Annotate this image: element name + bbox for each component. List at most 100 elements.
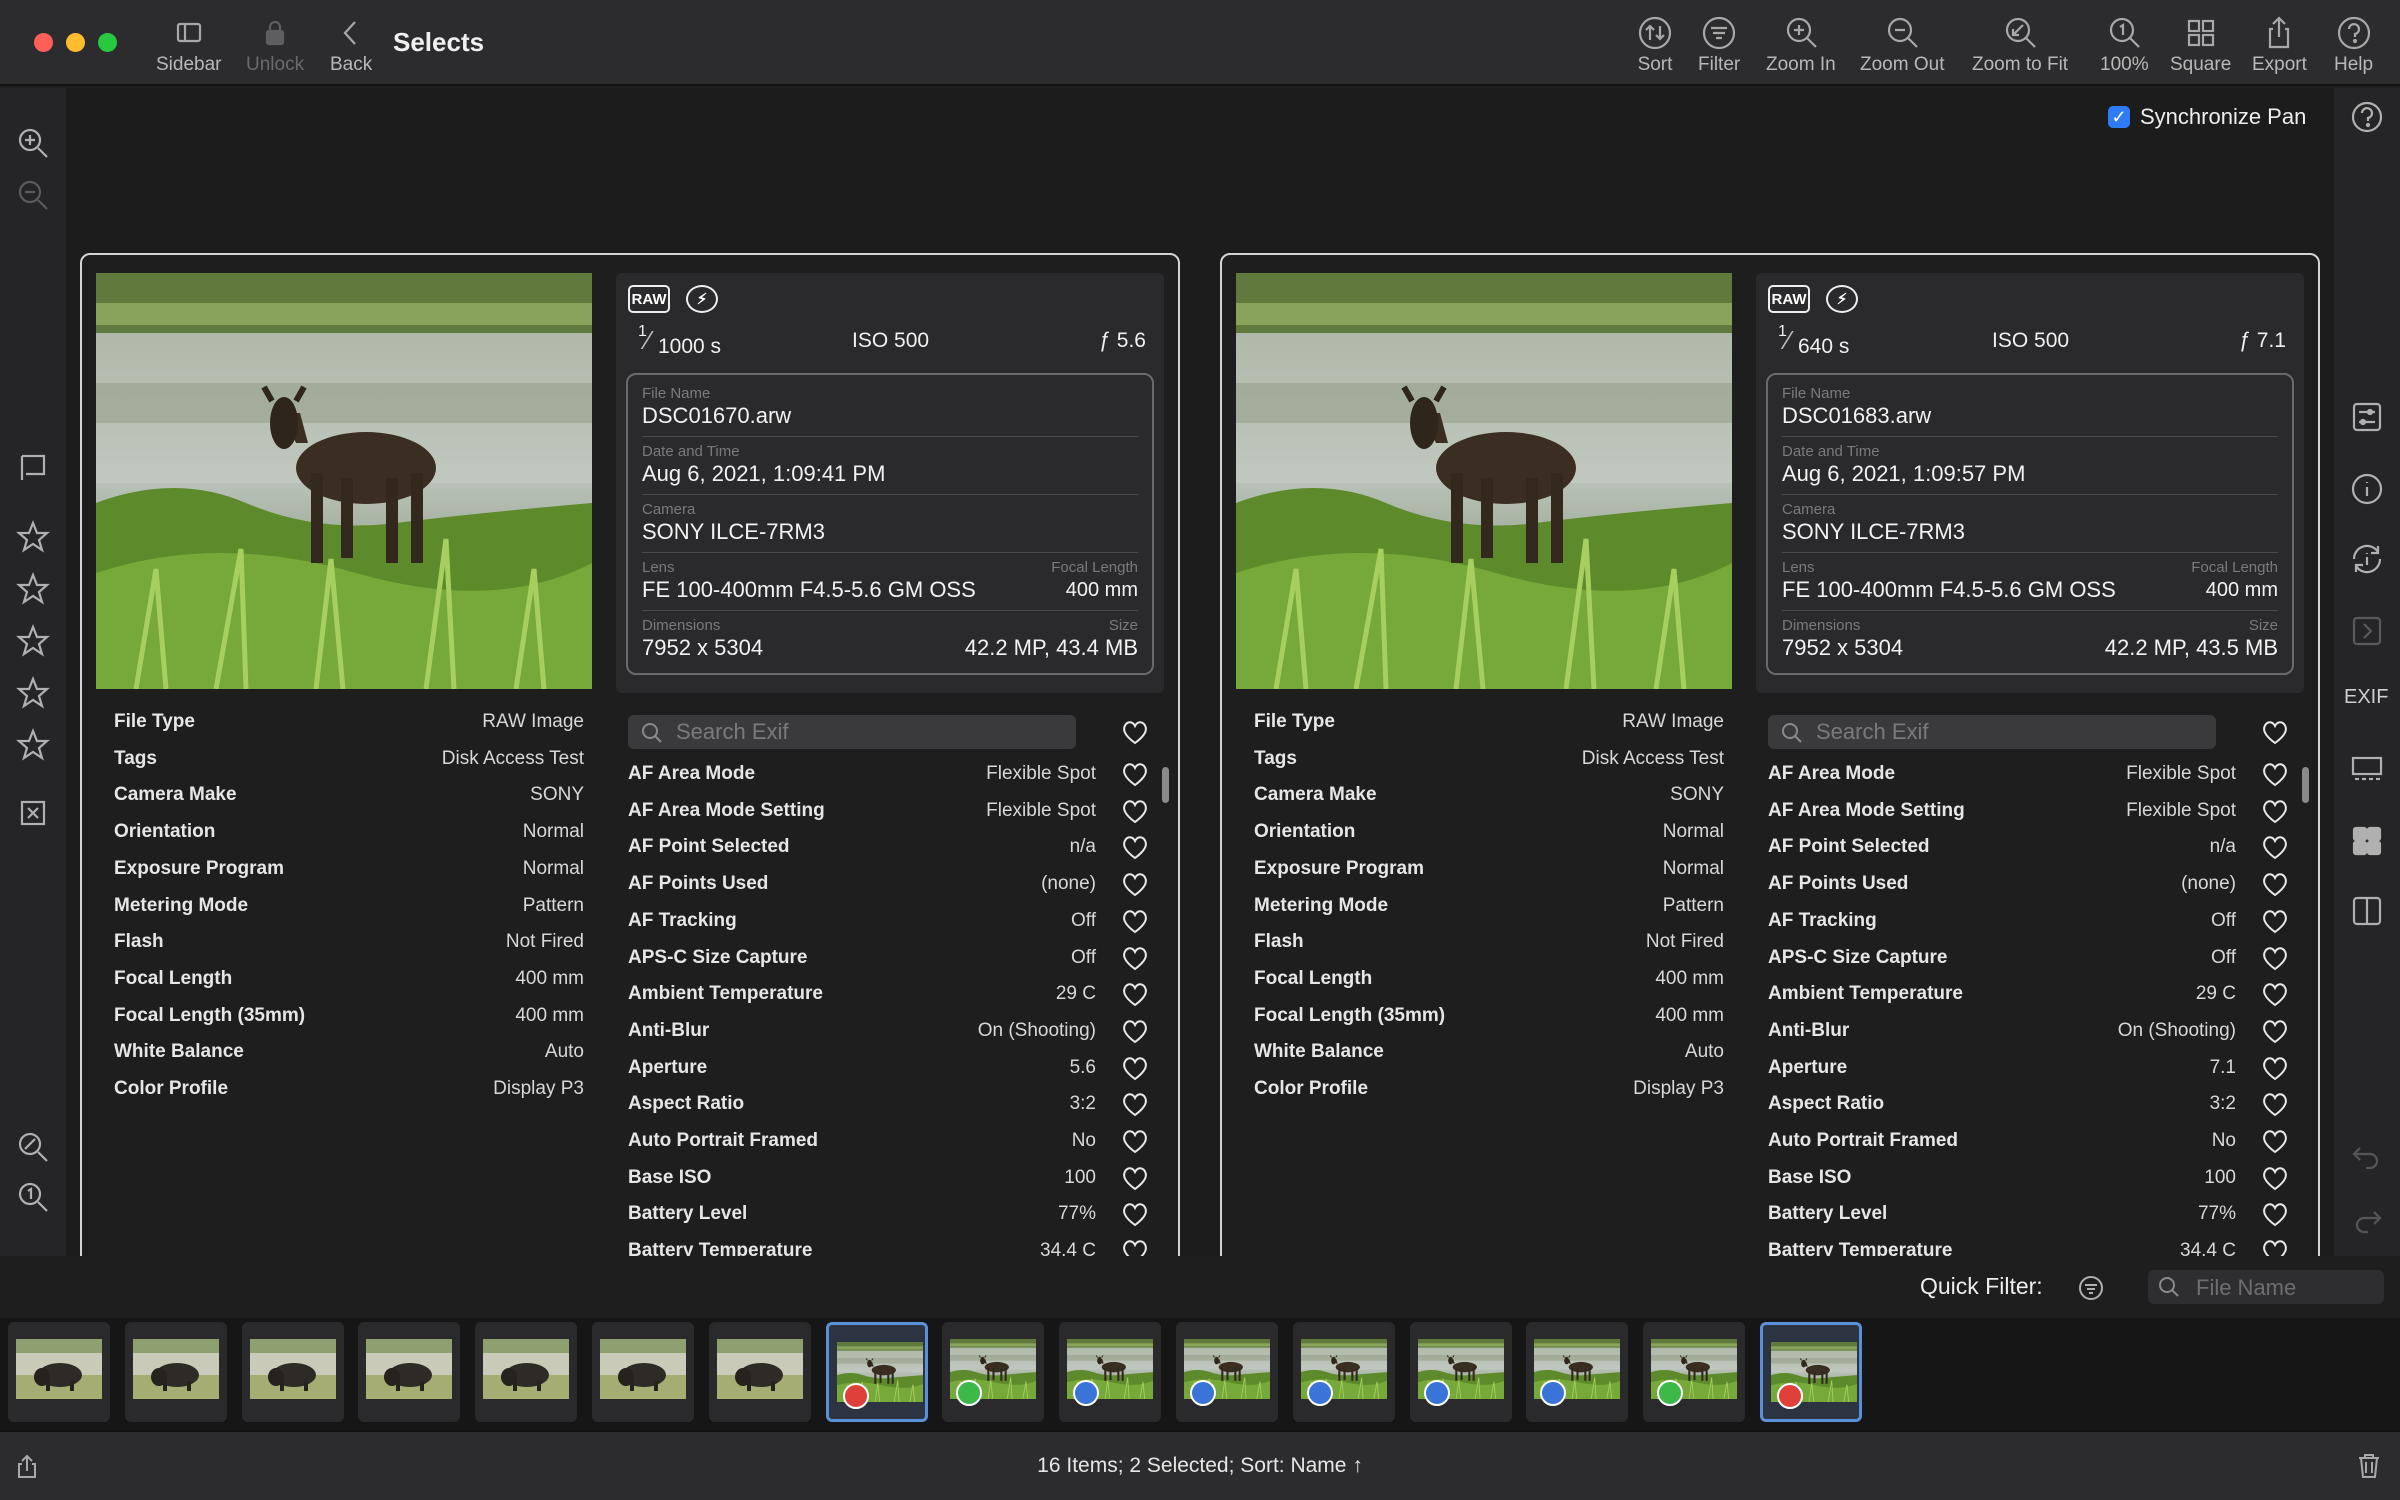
favorites-heart-icon[interactable] (1120, 717, 1150, 747)
synchronize-pan-toggle[interactable]: ✓ Synchronize Pan (2108, 104, 2306, 130)
heart-icon[interactable] (1120, 1199, 1150, 1229)
exif-row[interactable]: Anti-Blur On (Shooting) (1768, 1020, 2298, 1056)
search-exif-input[interactable]: Search Exif (628, 715, 1076, 749)
exif-row[interactable]: Anti-Blur On (Shooting) (628, 1020, 1158, 1056)
filmstrip-thumbnail[interactable] (1760, 1322, 1862, 1422)
close-window-button[interactable] (34, 33, 53, 52)
heart-icon[interactable] (2260, 1199, 2290, 1229)
filmstrip-thumbnail[interactable] (8, 1322, 110, 1422)
compare-view-icon[interactable] (2350, 894, 2384, 928)
sync-info-icon[interactable] (2350, 542, 2384, 576)
heart-icon[interactable] (1120, 943, 1150, 973)
exif-row[interactable]: Base ISO 100 (628, 1167, 1158, 1203)
exif-row[interactable]: AF Area Mode Setting Flexible Spot (1768, 800, 2298, 836)
exif-row[interactable]: AF Points Used (none) (628, 873, 1158, 909)
exif-row[interactable]: AF Area Mode Flexible Spot (1768, 763, 2298, 799)
exif-row[interactable]: Aspect Ratio 3:2 (628, 1093, 1158, 1129)
filmstrip-thumbnail[interactable] (1292, 1322, 1395, 1422)
zoom-to-fit-button[interactable]: Zoom to Fit (1972, 14, 2068, 76)
filmstrip-thumbnail[interactable] (708, 1322, 811, 1422)
exif-row[interactable]: Aspect Ratio 3:2 (1768, 1093, 2298, 1129)
exif-row[interactable]: Auto Portrait Framed No (1768, 1130, 2298, 1166)
heart-icon[interactable] (1120, 906, 1150, 936)
undo-icon[interactable] (2350, 1140, 2384, 1174)
exif-row[interactable]: Ambient Temperature 29 C (628, 983, 1158, 1019)
export-button[interactable]: Export (2252, 14, 2307, 76)
trash-icon[interactable] (2356, 1452, 2382, 1480)
adjustments-icon[interactable] (2350, 400, 2384, 434)
zoom-actual-size-icon[interactable] (16, 1180, 50, 1214)
photo-compare-panel[interactable]: RAW ⚡︎ 1 ⁄ 640 s ISO 500 ƒ 7.1 File Name DSC0168… (1220, 253, 2320, 1331)
heart-icon[interactable] (1120, 1053, 1150, 1083)
filmstrip-thumbnail[interactable] (1176, 1322, 1278, 1422)
heart-icon[interactable] (1120, 1016, 1150, 1046)
filmstrip-thumbnail[interactable] (1643, 1322, 1746, 1422)
filter-button[interactable]: Filter (1698, 14, 1740, 76)
exif-row[interactable]: Base ISO 100 (1768, 1167, 2298, 1203)
info-icon[interactable] (2350, 472, 2384, 506)
heart-icon[interactable] (2260, 906, 2290, 936)
exif-row[interactable]: AF Area Mode Setting Flexible Spot (628, 800, 1158, 836)
zoom-window-button[interactable] (98, 33, 117, 52)
heart-icon[interactable] (1120, 869, 1150, 899)
exif-row[interactable]: AF Area Mode Flexible Spot (628, 763, 1158, 799)
filmstrip-thumbnail[interactable] (1526, 1322, 1629, 1422)
unlock-button[interactable]: Unlock (246, 14, 304, 76)
exif-row[interactable]: APS-C Size Capture Off (628, 947, 1158, 983)
heart-icon[interactable] (2260, 869, 2290, 899)
heart-icon[interactable] (1120, 796, 1150, 826)
star-icon[interactable] (16, 728, 50, 762)
filmstrip-thumbnail[interactable] (942, 1322, 1045, 1422)
file-name-search-input[interactable]: File Name (2148, 1270, 2384, 1304)
heart-icon[interactable] (1120, 1126, 1150, 1156)
reject-icon[interactable] (16, 796, 50, 830)
synchronize-pan-checkbox[interactable]: ✓ (2108, 106, 2130, 128)
exif-row[interactable]: AF Point Selected n/a (628, 836, 1158, 872)
flag-icon[interactable] (16, 450, 50, 484)
exif-row[interactable]: AF Point Selected n/a (1768, 836, 2298, 872)
heart-icon[interactable] (2260, 979, 2290, 1009)
heart-icon[interactable] (2260, 1016, 2290, 1046)
heart-icon[interactable] (2260, 1126, 2290, 1156)
star-icon[interactable] (16, 624, 50, 658)
heart-icon[interactable] (1120, 979, 1150, 1009)
zoom-to-fit-icon[interactable] (16, 1130, 50, 1164)
heart-icon[interactable] (2260, 832, 2290, 862)
heart-icon[interactable] (1120, 1089, 1150, 1119)
exif-row[interactable]: APS-C Size Capture Off (1768, 947, 2298, 983)
zoom-out-icon[interactable] (16, 178, 50, 212)
exif-row[interactable]: AF Tracking Off (1768, 910, 2298, 946)
filter-icon[interactable] (2078, 1275, 2104, 1301)
zoom-out-button[interactable]: Zoom Out (1860, 14, 1944, 76)
star-icon[interactable] (16, 676, 50, 710)
heart-icon[interactable] (2260, 943, 2290, 973)
exif-row[interactable]: Ambient Temperature 29 C (1768, 983, 2298, 1019)
favorites-heart-icon[interactable] (2260, 717, 2290, 747)
exif-row[interactable]: Aperture 7.1 (1768, 1057, 2298, 1093)
sort-button[interactable]: Sort (1636, 14, 1674, 76)
heart-icon[interactable] (1120, 1163, 1150, 1193)
filmstrip-thumbnail[interactable] (475, 1322, 578, 1422)
single-view-icon[interactable] (2350, 752, 2384, 786)
zoom-in-button[interactable]: Zoom In (1766, 14, 1836, 76)
chevron-right-icon[interactable] (2350, 614, 2384, 648)
filmstrip-thumbnail[interactable] (1059, 1322, 1162, 1422)
filmstrip-thumbnail[interactable] (592, 1322, 694, 1422)
photo-compare-panel[interactable]: RAW ⚡︎ 1 ⁄ 1000 s ISO 500 ƒ 5.6 File Name DSC016… (80, 253, 1180, 1331)
exif-row[interactable]: Battery Level 77% (1768, 1203, 2298, 1239)
help-button[interactable]: Help (2334, 14, 2373, 76)
minimize-window-button[interactable] (66, 33, 85, 52)
exif-row[interactable]: Auto Portrait Framed No (628, 1130, 1158, 1166)
star-icon[interactable] (16, 520, 50, 554)
exif-scrollbar[interactable] (1162, 767, 1169, 803)
exif-row[interactable]: AF Tracking Off (628, 910, 1158, 946)
redo-icon[interactable] (2350, 1204, 2384, 1238)
filmstrip-thumbnail[interactable] (358, 1322, 461, 1422)
square-button[interactable]: Square (2170, 14, 2231, 76)
heart-icon[interactable] (2260, 1053, 2290, 1083)
heart-icon[interactable] (2260, 796, 2290, 826)
sidebar-button[interactable]: Sidebar (156, 14, 222, 76)
exif-scrollbar[interactable] (2302, 767, 2309, 803)
filmstrip-thumbnail[interactable] (124, 1322, 227, 1422)
heart-icon[interactable] (1120, 759, 1150, 789)
